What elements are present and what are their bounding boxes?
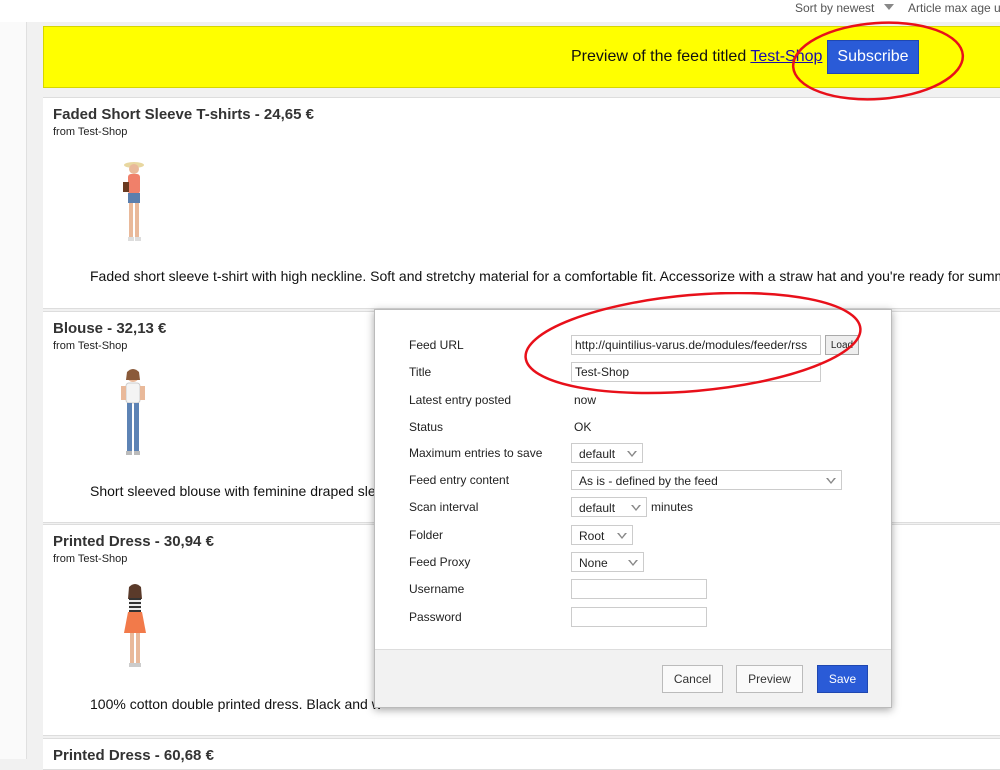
chevron-down-icon[interactable]: [884, 4, 894, 10]
article-title[interactable]: Faded Short Sleeve T-shirts - 24,65 €: [53, 106, 314, 123]
article-description: Faded short sleeve t-shirt with high nec…: [90, 268, 1000, 284]
feed-proxy-select[interactable]: None: [571, 552, 644, 572]
top-toolbar: Sort by newest Article max age ur: [0, 0, 1000, 22]
article-title[interactable]: Printed Dress - 60,68 €: [53, 747, 214, 764]
save-button[interactable]: Save: [817, 665, 868, 693]
scan-interval-label: Scan interval: [409, 500, 479, 514]
feed-content-label: Feed entry content: [409, 473, 510, 487]
feed-title-link[interactable]: Test-Shop: [750, 48, 822, 65]
dialog-footer: [375, 649, 891, 707]
folder-label: Folder: [409, 528, 444, 542]
cancel-button[interactable]: Cancel: [662, 665, 723, 693]
max-entries-label: Maximum entries to save: [409, 446, 543, 460]
article-item: Printed Dress - 60,68 €: [43, 738, 1000, 770]
feed-proxy-label: Feed Proxy: [409, 555, 471, 569]
chevron-down-icon: [628, 560, 638, 566]
article-title[interactable]: Blouse - 32,13 €: [53, 320, 166, 337]
status-label: Status: [409, 420, 444, 434]
username-label: Username: [409, 582, 465, 596]
password-label: Password: [409, 610, 462, 624]
article-source: from Test-Shop: [53, 126, 128, 138]
folder-select[interactable]: Root: [571, 525, 633, 545]
scan-interval-select[interactable]: default: [571, 497, 647, 517]
preview-banner: Preview of the feed titled Test-Shop Sub…: [43, 26, 1000, 88]
feed-settings-dialog: Feed URL http://quintilius-varus.de/modu…: [374, 309, 892, 708]
preview-button[interactable]: Preview: [736, 665, 803, 693]
title-label: Title: [409, 365, 432, 379]
article-description: 100% cotton double printed dress. Black …: [90, 696, 382, 712]
feed-url-input[interactable]: http://quintilius-varus.de/modules/feede…: [571, 335, 821, 355]
feed-url-label: Feed URL: [409, 338, 464, 352]
username-input[interactable]: [571, 579, 707, 599]
chevron-down-icon: [627, 451, 637, 457]
article-item: Faded Short Sleeve T-shirts - 24,65 € fr…: [43, 97, 1000, 309]
max-age-select[interactable]: Article max age ur: [908, 1, 1000, 15]
subscribe-button[interactable]: Subscribe: [827, 40, 919, 74]
scan-interval-unit: minutes: [651, 500, 694, 514]
load-button[interactable]: Load: [825, 335, 859, 355]
password-input[interactable]: [571, 607, 707, 627]
latest-entry-value: now: [574, 393, 597, 407]
feed-content-select[interactable]: As is - defined by the feed: [571, 470, 842, 490]
product-image: [121, 369, 145, 455]
chevron-down-icon: [617, 533, 627, 539]
product-image: [124, 584, 146, 667]
sort-select[interactable]: Sort by newest: [795, 1, 874, 15]
article-source: from Test-Shop: [53, 340, 128, 352]
left-sidebar: [0, 22, 27, 759]
product-image: [123, 162, 144, 241]
chevron-down-icon: [826, 478, 836, 484]
article-title[interactable]: Printed Dress - 30,94 €: [53, 533, 214, 550]
article-description: Short sleeved blouse with feminine drape…: [90, 483, 384, 499]
status-value: OK: [574, 420, 592, 434]
max-entries-select[interactable]: default: [571, 443, 643, 463]
chevron-down-icon: [631, 505, 641, 511]
title-input[interactable]: Test-Shop: [571, 362, 821, 382]
preview-text: Preview of the feed titled Test-Shop: [571, 48, 823, 65]
article-source: from Test-Shop: [53, 553, 128, 565]
latest-entry-label: Latest entry posted: [409, 393, 512, 407]
